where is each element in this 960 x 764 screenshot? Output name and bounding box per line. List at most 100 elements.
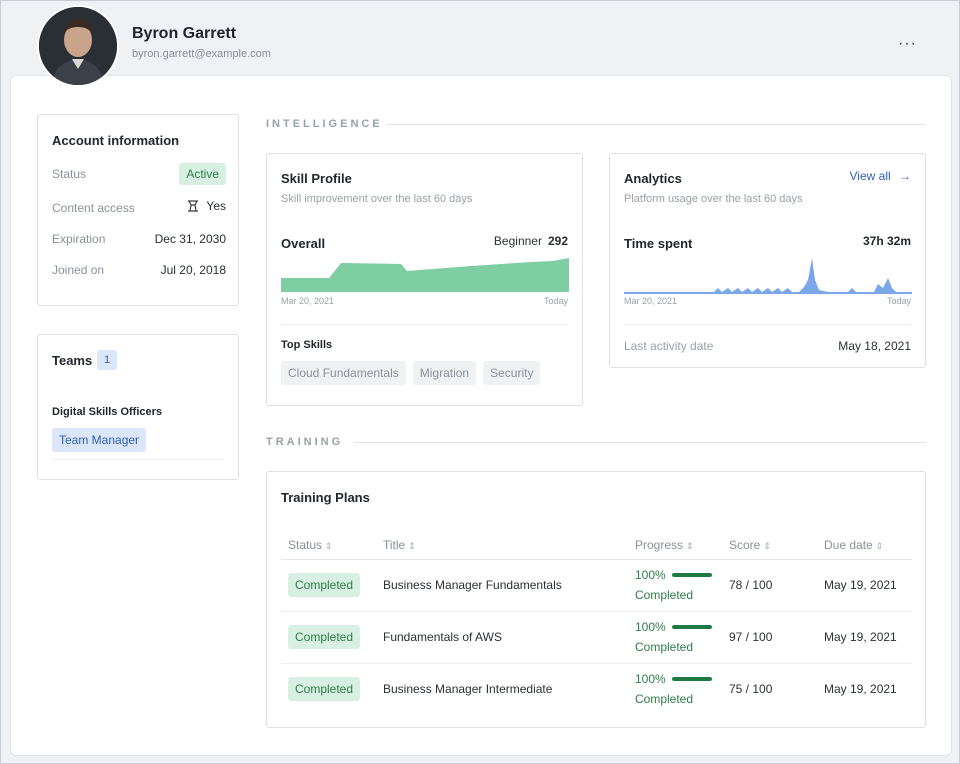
progress-percent: 100% [635,568,666,582]
progress-cell: 100% Completed [635,617,722,657]
table-row[interactable]: Completed Fundamentals of AWS 100% Compl… [281,611,912,664]
plan-title[interactable]: Business Manager Fundamentals [376,559,628,612]
skill-tag: Migration [412,361,477,385]
section-training: TRAINING [266,436,344,448]
progress-bar [671,625,712,629]
skill-tag: Cloud Fundamentals [281,361,406,385]
skill-score: 292 [547,234,568,248]
account-info-title: Account information [52,133,180,148]
section-intelligence: INTELLIGENCE [266,118,383,130]
column-header-score[interactable]: Score ⇕ [722,532,817,560]
top-skills-label: Top Skills [281,339,333,351]
top-skills-list: Cloud Fundamentals Migration Security [281,361,541,385]
sort-icon: ⇕ [408,541,416,552]
avatar [37,5,119,87]
sort-icon: ⇕ [875,541,884,552]
divider [52,459,224,460]
skill-axis-start: Mar 20, 2021 [281,296,335,306]
progress-bar-fill [671,677,712,682]
divider [281,324,568,325]
skill-level: Beginner [493,234,542,248]
progress-cell: 100% Completed [635,669,722,709]
team-name[interactable]: Digital Skills Officers [52,406,162,418]
profile-header: Byron Garrett byron.garrett@example.com … [1,1,959,87]
progress-bar-fill [671,625,712,629]
skill-area-chart-fill [281,258,569,292]
divider [624,324,911,325]
column-header-title[interactable]: Title ⇕ [376,532,628,560]
column-header-status[interactable]: Status ⇕ [281,532,376,560]
last-activity-label: Last activity date [624,339,714,353]
user-name: Byron Garrett [132,25,237,42]
plan-due-date: May 19, 2021 [817,611,912,664]
content-access-label: Content access [52,201,135,215]
table-row[interactable]: Completed Business Manager Fundamentals … [281,559,912,612]
team-role-badge: Team Manager [52,428,147,452]
plan-title[interactable]: Fundamentals of AWS [376,611,628,664]
analytics-panel: Analytics View all → Platform usage over… [609,153,926,368]
avatar-photo [39,7,117,85]
user-email: byron.garrett@example.com [132,48,271,60]
skill-area-chart [281,258,569,292]
plan-score: 75 / 100 [729,682,773,697]
progress-bar [671,573,712,577]
time-spent-label: Time spent [624,236,693,251]
expiration-value: Dec 31, 2030 [154,232,226,246]
status-badge: Completed [288,625,361,649]
app-frame: Byron Garrett byron.garrett@example.com … [0,0,960,764]
content-access-icon [188,200,199,212]
divider [354,442,926,443]
progress-cell: 100% Completed [635,565,722,605]
sort-icon: ⇕ [325,541,333,552]
progress-bar [671,677,712,682]
skill-axis-end: Today [543,296,568,306]
more-options-icon[interactable]: ··· [898,35,917,53]
skill-profile-panel: Skill Profile Skill improvement over the… [266,153,583,406]
last-activity-value: May 18, 2021 [838,339,911,353]
usage-axis-start: Mar 20, 2021 [624,296,678,306]
usage-area-chart [624,258,912,294]
table-header-row: Status ⇕ Title ⇕ Progress ⇕ Score ⇕ Due date… [281,532,912,560]
skill-tag: Security [483,361,541,385]
profile-main-card: Account information Status Active Conten… [10,75,952,756]
table-row[interactable]: Completed Business Manager Intermediate … [281,663,912,715]
skill-profile-title: Skill Profile [281,171,352,186]
progress-status: Completed [635,640,694,654]
analytics-title: Analytics [624,171,682,186]
progress-bar-fill [671,573,712,577]
skill-profile-subtitle: Skill improvement over the last 60 days [281,193,473,205]
column-header-progress[interactable]: Progress ⇕ [628,532,722,560]
progress-percent: 100% [635,672,666,687]
overall-value: Beginner 292 [494,234,568,248]
account-row-expiration: Expiration Dec 31, 2030 [52,228,226,250]
usage-axis-end: Today [886,296,911,306]
view-all-link[interactable]: View all → [850,169,911,183]
plan-score: 78 / 100 [722,559,817,612]
plan-score: 97 / 100 [722,611,817,664]
status-badge: Completed [288,573,361,597]
joined-label: Joined on [52,263,105,277]
plan-title[interactable]: Business Manager Intermediate [376,663,628,715]
view-all-label: View all [849,169,891,183]
teams-title: Teams [52,353,93,368]
status-badge: Completed [288,677,361,702]
progress-percent: 100% [635,620,666,634]
account-row-joined: Joined on Jul 20, 2018 [52,259,226,281]
arrow-right-icon: → [899,169,911,183]
progress-status: Completed [635,588,694,602]
divider [386,124,926,125]
joined-value: Jul 20, 2018 [160,263,226,277]
plan-due-date: May 19, 2021 [817,559,912,612]
time-spent-value: 37h 32m [862,234,911,248]
teams-panel: Teams 1 Digital Skills Officers Team Man… [37,334,239,480]
analytics-subtitle: Platform usage over the last 60 days [624,193,803,205]
teams-count-badge: 1 [97,350,118,370]
overall-label: Overall [281,236,326,251]
column-header-due-date[interactable]: Due date ⇕ [817,532,912,560]
progress-status: Completed [635,692,694,707]
account-row-status: Status Active [52,163,226,185]
account-status-label: Status [52,167,87,181]
expiration-label: Expiration [52,232,106,246]
content-access-value: Yes [206,199,226,213]
training-plans-title: Training Plans [281,490,370,505]
